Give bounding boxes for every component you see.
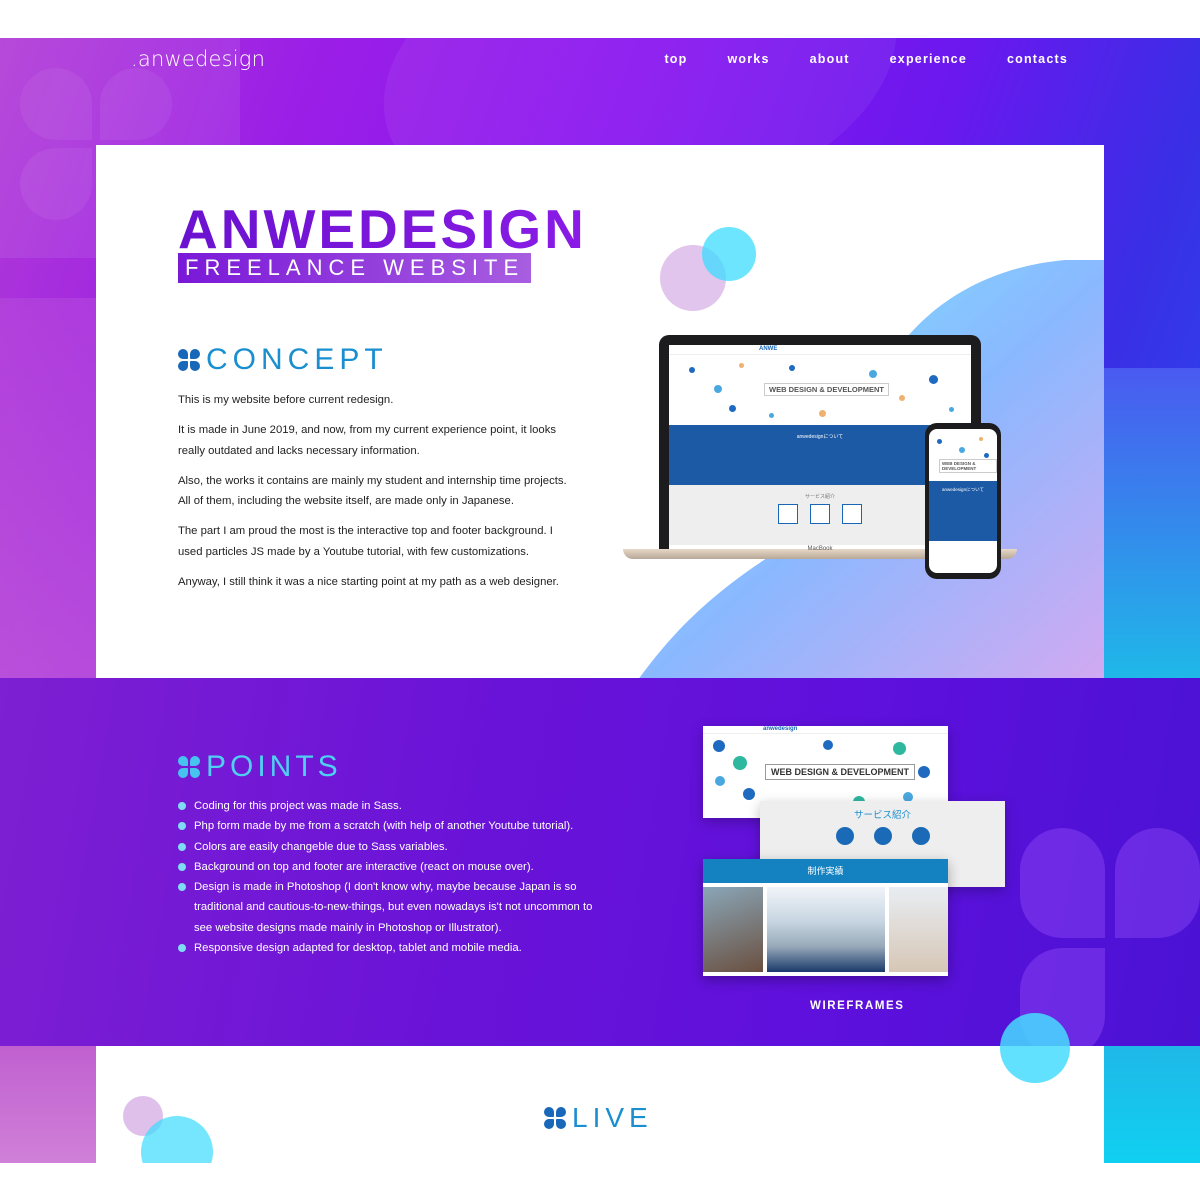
- screen-badge: WEB DESIGN & DEVELOPMENT: [764, 383, 890, 396]
- points-section: POINTS Coding for this project was made …: [0, 678, 1200, 1046]
- points-heading: POINTS: [178, 750, 342, 784]
- live-heading-label: LIVE: [572, 1102, 653, 1133]
- palette-icon: [911, 827, 930, 845]
- concept-heading-label: CONCEPT: [206, 343, 388, 376]
- top-nav: .anwedesign top works about experience c…: [0, 38, 1200, 82]
- points-list: Coding for this project was made in Sass…: [178, 796, 598, 958]
- decor-shape: [0, 1046, 96, 1163]
- palette-icon: [842, 504, 862, 524]
- wireframes-caption: WIREFRAMES: [810, 1000, 905, 1012]
- wireframe-services-label: サービス紹介: [853, 810, 911, 821]
- screen-hero: WEB DESIGN & DEVELOPMENT: [669, 355, 971, 425]
- screen-logo: ANWE: [759, 346, 778, 352]
- wordpress-icon: [810, 504, 830, 524]
- work-thumbnail: [767, 887, 885, 972]
- wireframe-works: 制作実績: [703, 859, 948, 976]
- wireframe-logo: anwedesign: [763, 726, 798, 732]
- phone-hero: WEB DESIGN & DEVELOPMENT: [929, 429, 997, 481]
- clover-icon: [178, 349, 200, 371]
- work-thumbnail: [889, 887, 948, 972]
- live-section: LIVE: [96, 1046, 1104, 1163]
- nav-link-works[interactable]: works: [727, 52, 769, 66]
- phone-mockup: WEB DESIGN & DEVELOPMENT anwedesignについて: [925, 423, 1001, 579]
- page-subtitle: FREELANCE WEBSITE: [178, 253, 532, 283]
- list-item: Php form made by me from a scratch (with…: [178, 816, 598, 836]
- decor-circle: [702, 227, 756, 281]
- decor-clover-shape: [1000, 808, 1200, 1046]
- wireframe-nav: anwedesign: [703, 726, 948, 734]
- live-heading: LIVE: [544, 1102, 653, 1134]
- list-item: Design is made in Photoshop (I don't kno…: [178, 877, 598, 938]
- phone-about-section: anwedesignについて: [929, 481, 997, 541]
- list-item: Coding for this project was made in Sass…: [178, 796, 598, 816]
- decor-circle: [1000, 1013, 1070, 1083]
- wireframes-stack[interactable]: anwedesign WEB DESIGN & DEVELOPMENT サービス…: [703, 726, 1008, 978]
- monitor-icon: [778, 504, 798, 524]
- screen-nav: ANWE: [669, 345, 971, 355]
- site-logo[interactable]: .anwedesign: [131, 47, 265, 71]
- concept-paragraph: It is made in June 2019, and now, from m…: [178, 424, 557, 457]
- clover-icon: [178, 756, 200, 778]
- nav-link-about[interactable]: about: [810, 52, 850, 66]
- page-title: ANWEDESIGN: [178, 198, 587, 260]
- concept-heading: CONCEPT: [178, 343, 388, 377]
- list-item: Colors are easily changeble due to Sass …: [178, 837, 598, 857]
- nav-link-top[interactable]: top: [664, 52, 687, 66]
- concept-text: This is my website before current redesi…: [178, 390, 578, 602]
- concept-paragraph: The part I am proud the most is the inte…: [178, 525, 553, 558]
- nav-link-experience[interactable]: experience: [890, 52, 967, 66]
- wordpress-icon: [873, 827, 892, 845]
- list-item: Responsive design adapted for desktop, t…: [178, 938, 598, 958]
- concept-paragraph: Also, the works it contains are mainly m…: [178, 474, 567, 508]
- work-thumbnail: [703, 887, 763, 972]
- wireframe-works-label: 制作実績: [703, 859, 948, 883]
- monitor-icon: [835, 827, 854, 845]
- points-heading-label: POINTS: [206, 750, 342, 783]
- decor-shape: [1104, 1046, 1200, 1163]
- list-item: Background on top and footer are interac…: [178, 857, 598, 877]
- wireframe-badge: WEB DESIGN & DEVELOPMENT: [765, 764, 916, 780]
- concept-card: ANWEDESIGN FREELANCE WEBSITE CONCEPT Thi…: [96, 145, 1104, 678]
- page-frame: .anwedesign top works about experience c…: [0, 38, 1200, 1163]
- nav-link-contacts[interactable]: contacts: [1007, 52, 1068, 66]
- phone-badge: WEB DESIGN & DEVELOPMENT: [939, 459, 997, 473]
- concept-paragraph: This is my website before current redesi…: [178, 394, 394, 406]
- nav-links: top works about experience contacts: [624, 52, 1068, 66]
- clover-icon: [544, 1107, 566, 1129]
- concept-paragraph: Anyway, I still think it was a nice star…: [178, 576, 559, 589]
- phone-screen: WEB DESIGN & DEVELOPMENT anwedesignについて: [929, 429, 997, 573]
